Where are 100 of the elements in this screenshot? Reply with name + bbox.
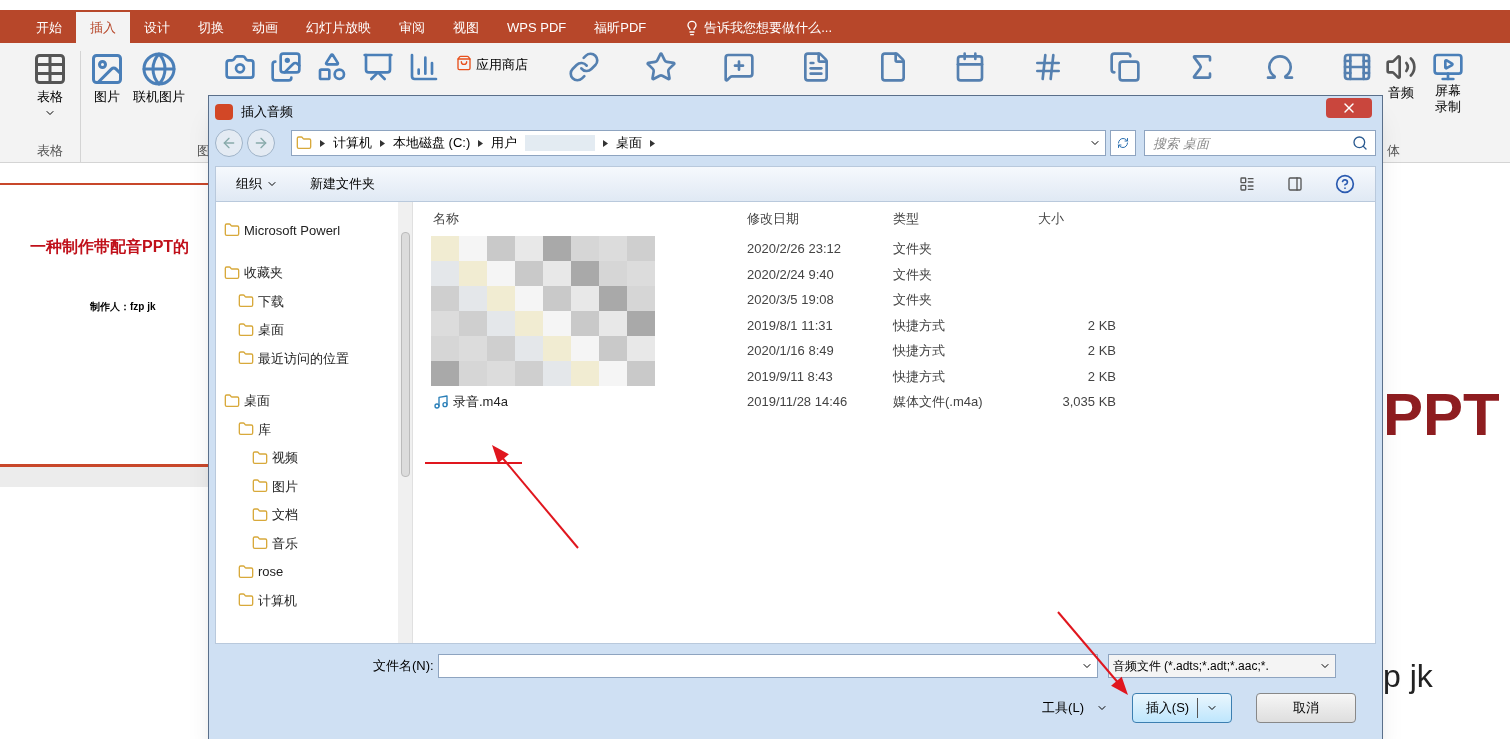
scrollbar[interactable]	[398, 202, 412, 643]
scrollbar-thumb[interactable]	[400, 232, 410, 477]
comment-icon[interactable]	[722, 51, 755, 83]
filename-field[interactable]	[437, 654, 1098, 678]
table-cell-text: 2 KB	[1086, 342, 1116, 360]
search-icon	[1352, 135, 1368, 151]
separator-arrow-icon	[320, 139, 325, 147]
breadcrumb-item[interactable]: 用户	[491, 133, 518, 153]
table-cell-text: 媒体文件(.m4a)	[892, 393, 984, 411]
nav-item[interactable]: Microsoft Powerl	[244, 220, 341, 240]
slide-title: 一种制作带配音PPT的	[29, 237, 191, 257]
separator-arrow-icon	[380, 139, 385, 147]
dialog-title: 插入音频	[241, 103, 293, 122]
ribbon-tab[interactable]: WPS PDF	[493, 12, 581, 43]
table-cell-text: 文件夹	[892, 265, 933, 284]
ribbon-tab[interactable]: 开始	[22, 12, 76, 43]
shapes-icon[interactable]	[316, 51, 348, 83]
slide-author: p jk	[1383, 660, 1433, 692]
nav-item[interactable]: 库	[258, 419, 271, 439]
ribbon-button[interactable]: 联机图片	[133, 51, 185, 111]
column-header[interactable]: 修改日期	[735, 209, 881, 229]
new-folder-button[interactable]: 新建文件夹	[310, 174, 375, 194]
star-icon[interactable]	[645, 51, 678, 83]
audio-button[interactable]: 音频	[1383, 51, 1419, 141]
folder-icon	[252, 478, 268, 495]
folder-icon	[238, 293, 254, 310]
ribbon-tab[interactable]: 插入	[76, 12, 130, 43]
ribbon-button[interactable]: 图片	[89, 51, 125, 111]
screen-record-button[interactable]: 屏幕录制	[1431, 51, 1465, 141]
table-cell-text: 2 KB	[1086, 367, 1116, 386]
table-button[interactable]: 表格	[32, 51, 68, 141]
tell-me-field[interactable]: 告诉我您想要做什么...	[704, 17, 833, 38]
folder-icon	[296, 135, 312, 151]
table-cell-text: 3,035 KB	[1061, 393, 1116, 411]
nav-item[interactable]: 音乐	[272, 533, 298, 553]
nav-item[interactable]: 计算机	[258, 590, 297, 610]
group-label: 表格	[37, 142, 63, 160]
table-cell-text: 快捷方式	[892, 316, 946, 335]
nav-item[interactable]: 最近访问的位置	[258, 348, 349, 368]
refresh-button[interactable]	[1110, 130, 1136, 156]
table-cell-text: 2020/2/26 23:12	[746, 240, 842, 258]
breadcrumb-item[interactable]: 本地磁盘 (C:)	[393, 133, 471, 153]
breadcrumb-item[interactable]: 桌面	[616, 133, 643, 153]
refresh-icon	[1117, 137, 1129, 149]
ribbon-tab[interactable]: 幻灯片放映	[292, 12, 385, 43]
ribbon-tab[interactable]: 视图	[439, 12, 493, 43]
shopping-bag-icon	[456, 55, 472, 71]
ribbon-tab[interactable]: 切换	[184, 12, 238, 43]
address-bar[interactable]: 计算机 本地磁盘 (C:) 用户 桌面	[291, 130, 1106, 156]
view-icon[interactable]	[1239, 176, 1255, 192]
nav-item[interactable]: 图片	[272, 476, 298, 496]
insert-button[interactable]: 插入(S)	[1132, 693, 1232, 723]
table-cell-text: 2020/1/16 8:49	[746, 342, 835, 360]
nav-item[interactable]: 桌面	[258, 320, 284, 340]
column-header[interactable]: 类型	[881, 209, 1026, 229]
ribbon-tab[interactable]: 审阅	[385, 12, 439, 43]
copy-icon[interactable]	[1109, 51, 1142, 83]
breadcrumb-item[interactable]: 计算机	[333, 133, 372, 153]
presentation-icon[interactable]	[362, 51, 394, 83]
table-cell-text: 2020/2/24 9:40	[746, 265, 835, 284]
file-name[interactable]: 录音.m4a	[453, 392, 508, 412]
column-header[interactable]: 名称	[413, 209, 735, 229]
table-cell-text: 2019/8/1 11:31	[746, 316, 834, 335]
ribbon-tab[interactable]: 福昕PDF	[580, 12, 661, 43]
close-button[interactable]	[1326, 98, 1372, 118]
images-icon[interactable]	[270, 51, 302, 83]
bar-chart-icon[interactable]	[408, 51, 440, 83]
folder-icon	[238, 563, 254, 580]
table-cell-text: 文件夹	[892, 240, 933, 258]
search-field[interactable]: 搜索 桌面	[1144, 130, 1376, 156]
forward-arrow-icon	[253, 135, 269, 151]
slide-author: 制作人：fzp jk	[89, 300, 157, 314]
file-type-dropdown[interactable]: 音频文件 (*.adts;*.adt;*.aac;*.	[1107, 654, 1336, 678]
folder-icon	[252, 449, 268, 466]
app-store-button[interactable]: 应用商店	[456, 51, 528, 79]
nav-item[interactable]: 下载	[258, 291, 284, 311]
folder-icon	[224, 222, 240, 239]
folder-icon	[252, 535, 268, 552]
slide-title: PPT	[1383, 385, 1500, 445]
nav-item[interactable]: 桌面	[244, 391, 270, 411]
help-icon[interactable]	[1335, 174, 1355, 194]
preview-pane-icon[interactable]	[1287, 176, 1303, 192]
table-cell-text: 文件夹	[892, 291, 933, 309]
tools-button[interactable]: 工具(L)	[1042, 698, 1108, 718]
folder-icon	[238, 350, 254, 367]
folder-icon	[238, 321, 254, 338]
link-icon[interactable]	[568, 51, 600, 83]
ribbon-tab[interactable]: 设计	[130, 12, 184, 43]
organize-button[interactable]: 组织	[236, 174, 278, 194]
nav-item[interactable]: rose	[258, 562, 284, 582]
audio-file-icon	[433, 393, 449, 410]
column-header[interactable]: 大小	[1026, 209, 1126, 229]
cancel-button[interactable]: 取消	[1256, 693, 1356, 723]
nav-item[interactable]: 文档	[272, 505, 298, 525]
nav-item[interactable]: 收藏夹	[244, 263, 283, 283]
picture-icon	[89, 51, 125, 87]
screen-icon	[1432, 51, 1464, 83]
nav-item[interactable]: 视频	[272, 448, 298, 468]
folder-icon	[238, 421, 254, 438]
ribbon-tab[interactable]: 动画	[238, 12, 292, 43]
